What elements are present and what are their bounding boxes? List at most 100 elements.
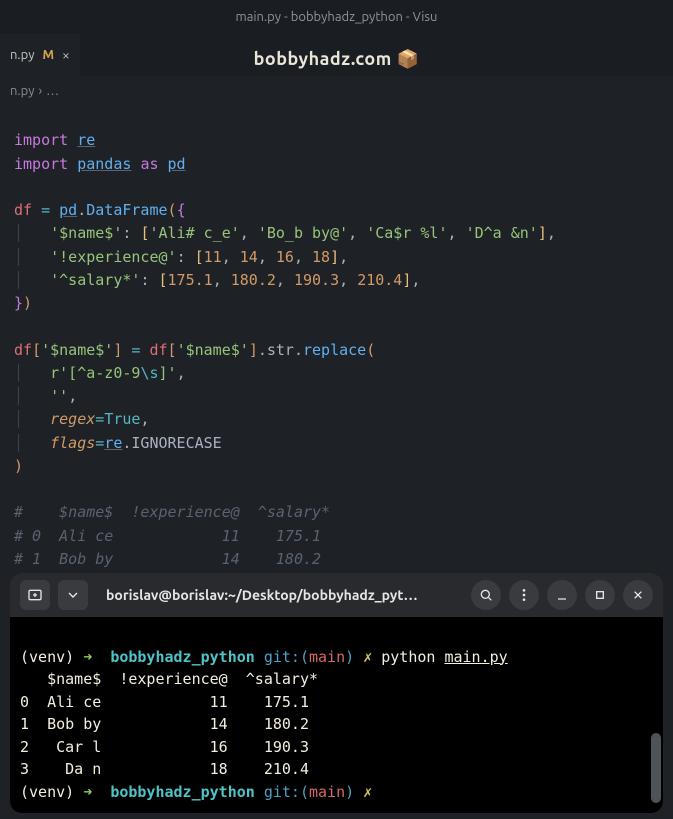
search-icon (478, 587, 494, 603)
op-eq: = (95, 434, 104, 452)
breadcrumb-more: … (46, 84, 59, 98)
prompt-dir: bobbyhadz_python (110, 783, 255, 801)
attr-str: str (267, 341, 294, 359)
const-true: True (104, 410, 140, 428)
str: ]' (159, 364, 177, 382)
minimize-button[interactable] (547, 580, 577, 610)
kebab-icon (516, 587, 532, 603)
terminal-title: borislav@borislav:~/Desktop/bobbyhadz_py… (96, 587, 463, 603)
str: '$name$' (41, 341, 113, 359)
brace: { (177, 201, 186, 219)
paren: ) (14, 457, 23, 475)
bracket: ] (113, 341, 122, 359)
bracket: ] (330, 248, 339, 266)
terminal-body[interactable]: (venv) ➜ bobbyhadz_python git:(main) ✗ p… (10, 617, 663, 813)
kw-import: import (14, 131, 68, 149)
tab-modified-indicator: M (42, 48, 54, 62)
comma: , (547, 224, 556, 242)
paren: ( (168, 201, 177, 219)
tab-main-py[interactable]: n.py M × (0, 34, 80, 76)
breadcrumb-file: n.py (10, 84, 34, 98)
var-df: df (14, 201, 32, 219)
comma: , (240, 224, 249, 242)
comma: , (222, 248, 231, 266)
comma: , (258, 248, 267, 266)
paren: ( (366, 341, 375, 359)
num: 190.3 (294, 271, 339, 289)
code-editor[interactable]: import re import pandas as pd df = pd.Da… (0, 102, 673, 651)
num: 14 (240, 248, 258, 266)
output-row: 0 Ali ce 11 175.1 (20, 693, 309, 711)
bracket: ] (249, 341, 258, 359)
git-branch: main (309, 648, 345, 666)
close-button[interactable] (623, 580, 653, 610)
comment: # 1 Bob by 14 180.2 (14, 550, 321, 568)
bracket: [ (195, 248, 204, 266)
output-row: 3 Da n 18 210.4 (20, 760, 309, 778)
id-pd: pd (59, 201, 77, 219)
comma: , (339, 271, 348, 289)
alias-pd: pd (168, 155, 186, 173)
prompt-arrow-icon: ➜ (83, 648, 92, 666)
dot: . (77, 201, 86, 219)
id-re: re (104, 434, 122, 452)
editor-tab-bar: n.py M × (0, 34, 673, 76)
const-ignorecase: IGNORECASE (131, 434, 221, 452)
op-eq: = (95, 410, 104, 428)
menu-button[interactable] (509, 580, 539, 610)
plus-square-icon (27, 587, 43, 603)
window-title: main.py - bobbyhadz_python - Visu (236, 10, 438, 24)
comment: # 0 Ali ce 11 175.1 (14, 527, 321, 545)
comma: , (177, 364, 186, 382)
dot: . (258, 341, 267, 359)
str: '' (50, 387, 68, 405)
module-re: re (77, 131, 95, 149)
git-prefix: git:( (264, 783, 309, 801)
str: '[^ (59, 364, 86, 382)
cmd-arg: main.py (444, 648, 507, 666)
kw-import: import (14, 155, 68, 173)
comma: , (411, 271, 420, 289)
maximize-icon (592, 587, 608, 603)
comma: , (348, 224, 357, 242)
str: 'D^a &n' (466, 224, 538, 242)
comma: , (140, 410, 149, 428)
fn-replace: replace (303, 341, 366, 359)
num: 180.2 (231, 271, 276, 289)
str: '$name$' (177, 341, 249, 359)
num: 11 (204, 248, 222, 266)
paren: ) (23, 294, 32, 312)
op-eq: = (41, 201, 50, 219)
colon: : (122, 224, 131, 242)
close-icon (630, 587, 646, 603)
output-row: 2 Car l 16 190.3 (20, 738, 309, 756)
var-df: df (14, 341, 32, 359)
op-eq: = (131, 341, 140, 359)
comma: , (213, 271, 222, 289)
terminal-panel: borislav@borislav:~/Desktop/bobbyhadz_py… (10, 573, 663, 813)
colon: : (140, 271, 149, 289)
git-dirty-icon: ✗ (363, 648, 372, 666)
breadcrumb[interactable]: n.py › … (0, 76, 673, 102)
str: '!experience@' (50, 248, 176, 266)
venv-label: (venv) (20, 648, 74, 666)
search-button[interactable] (471, 580, 501, 610)
close-icon[interactable]: × (62, 47, 70, 63)
prompt-arrow-icon: ➜ (83, 783, 92, 801)
chevron-down-icon (65, 587, 81, 603)
regex-prefix: r (50, 364, 59, 382)
colon: : (177, 248, 186, 266)
tab-dropdown-button[interactable] (58, 580, 88, 610)
maximize-button[interactable] (585, 580, 615, 610)
str: a-z0-9 (86, 364, 140, 382)
new-tab-button[interactable] (20, 580, 50, 610)
num: 175.1 (168, 271, 213, 289)
minimize-icon (554, 587, 570, 603)
str: 'Bo_b by@' (258, 224, 348, 242)
chevron-right-icon: › (38, 84, 42, 98)
terminal-titlebar: borislav@borislav:~/Desktop/bobbyhadz_py… (10, 573, 663, 617)
terminal-scrollbar[interactable] (651, 733, 661, 803)
comma: , (294, 248, 303, 266)
var-df: df (149, 341, 167, 359)
fn-dataframe: DataFrame (86, 201, 167, 219)
